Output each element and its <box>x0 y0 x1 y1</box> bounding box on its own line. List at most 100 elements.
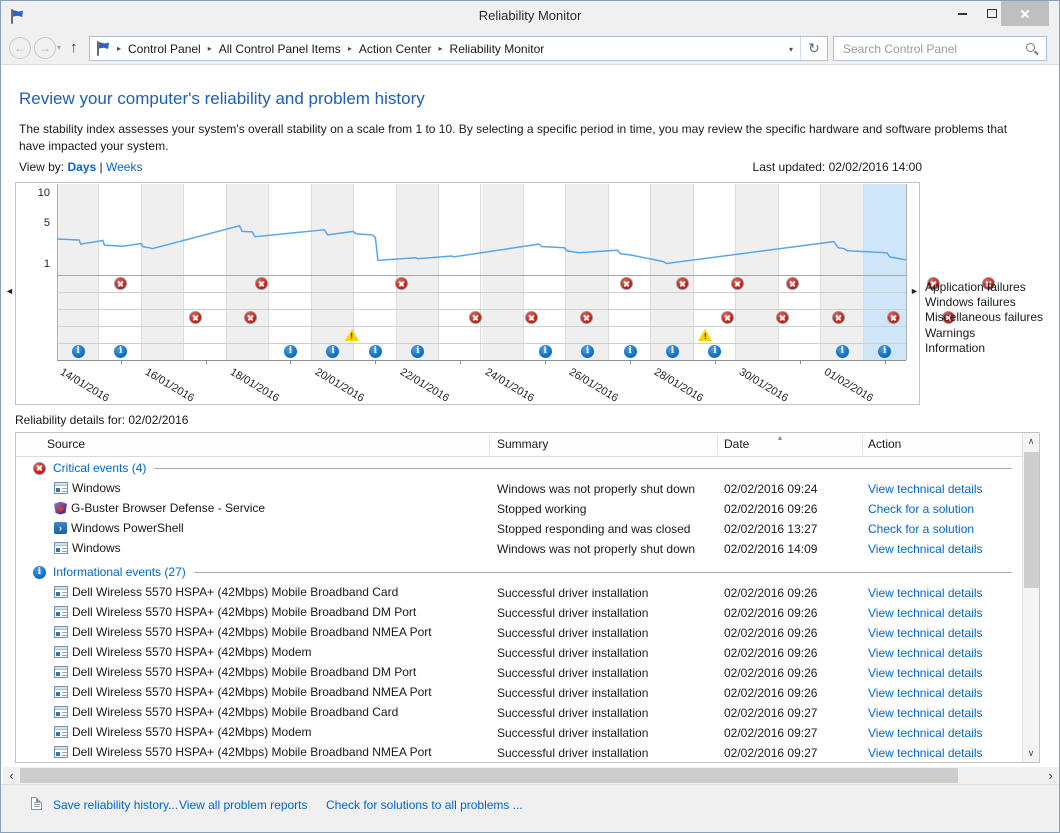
info-event-icon[interactable]: i <box>623 345 637 358</box>
last-updated-text: Last updated: 02/02/2016 14:00 <box>752 160 922 174</box>
action-link[interactable]: View technical details <box>868 586 983 600</box>
x-axis-date-label: 22/01/2016 <box>397 366 451 405</box>
table-row[interactable]: G-Buster Browser Defense - Service Stoppe… <box>16 499 1022 519</box>
error-event-icon[interactable] <box>831 311 845 324</box>
horizontal-scrollbar[interactable]: ‹ › <box>3 767 1059 784</box>
recent-pages-dropdown[interactable]: ▾ <box>57 43 61 52</box>
date-cell: 02/02/2016 09:27 <box>724 726 818 740</box>
warning-event-icon[interactable]: ! <box>344 329 359 341</box>
action-link[interactable]: View technical details <box>868 726 983 740</box>
up-one-level-button[interactable]: ↑ <box>70 39 78 56</box>
breadcrumb-item[interactable]: All Control Panel Items <box>219 42 341 56</box>
search-input[interactable] <box>841 39 1021 58</box>
error-event-icon[interactable] <box>254 277 268 290</box>
search-icon[interactable] <box>1026 43 1039 56</box>
check-for-solutions-link[interactable]: Check for solutions to all problems ... <box>326 798 523 812</box>
horizontal-scroll-thumb[interactable] <box>20 768 958 783</box>
chart-scroll-left-icon[interactable]: ◄ <box>5 286 14 296</box>
view-by-weeks-link[interactable]: Weeks <box>106 160 142 174</box>
info-event-icon[interactable]: i <box>538 345 552 358</box>
error-event-icon[interactable] <box>731 277 745 290</box>
vertical-scroll-thumb[interactable] <box>1024 452 1039 588</box>
info-event-icon[interactable]: i <box>283 345 297 358</box>
action-link[interactable]: View technical details <box>868 542 983 556</box>
source-cell: Dell Wireless 5570 HSPA+ (42Mbps) Mobile… <box>54 745 484 759</box>
action-link[interactable]: View technical details <box>868 482 983 496</box>
info-event-icon[interactable]: i <box>71 345 85 358</box>
column-header-summary[interactable]: Summary <box>497 437 548 451</box>
action-link[interactable]: View technical details <box>868 646 983 660</box>
gbuster-shield-icon <box>54 501 67 515</box>
close-button[interactable] <box>1001 1 1049 26</box>
details-group-header[interactable]: Critical events (4) <box>16 457 1022 479</box>
action-link[interactable]: View technical details <box>868 706 983 720</box>
source-cell: Windows <box>54 481 484 495</box>
table-row[interactable]: Dell Wireless 5570 HSPA+ (42Mbps) Mobile… <box>16 583 1022 603</box>
column-header-source[interactable]: Source <box>47 437 85 451</box>
table-row[interactable]: Windows Windows was not properly shut dow… <box>16 539 1022 559</box>
back-button[interactable]: ← <box>9 37 31 59</box>
scroll-right-button[interactable]: › <box>1042 767 1059 784</box>
action-link[interactable]: View technical details <box>868 746 983 760</box>
table-row[interactable]: Dell Wireless 5570 HSPA+ (42Mbps) Modem S… <box>16 723 1022 743</box>
error-event-icon[interactable] <box>394 277 408 290</box>
error-event-icon[interactable] <box>524 311 538 324</box>
forward-button[interactable]: → <box>34 37 56 59</box>
error-event-icon[interactable] <box>188 311 202 324</box>
informational-events-icon: i <box>33 565 46 579</box>
date-cell: 02/02/2016 13:27 <box>724 522 818 536</box>
summary-cell: Windows was not properly shut down <box>497 482 696 496</box>
info-event-icon[interactable]: i <box>835 345 849 358</box>
scroll-down-button[interactable]: ∨ <box>1023 745 1039 762</box>
info-event-icon[interactable]: i <box>666 345 680 358</box>
source-text: Windows <box>72 541 121 555</box>
breadcrumb-item[interactable]: Reliability Monitor <box>450 42 545 56</box>
view-by-days-link[interactable]: Days <box>67 160 96 174</box>
table-row[interactable]: Dell Wireless 5570 HSPA+ (42Mbps) Mobile… <box>16 603 1022 623</box>
vertical-scrollbar[interactable]: ∧ ∨ <box>1022 433 1039 762</box>
table-row[interactable]: › Windows PowerShell Stopped responding an… <box>16 519 1022 539</box>
details-group-header[interactable]: i Informational events (27) <box>16 561 1022 583</box>
refresh-icon: ↻ <box>808 40 820 56</box>
chart-scroll-right-icon[interactable]: ► <box>910 286 919 296</box>
source-cell: Dell Wireless 5570 HSPA+ (42Mbps) Mobile… <box>54 685 484 699</box>
column-header-action[interactable]: Action <box>868 437 901 451</box>
error-event-icon[interactable] <box>675 277 689 290</box>
breadcrumb-item[interactable]: Action Center <box>359 42 432 56</box>
address-dropdown-chevron[interactable]: ▾ <box>789 45 793 54</box>
error-event-icon[interactable] <box>887 311 901 324</box>
action-link[interactable]: View technical details <box>868 626 983 640</box>
action-link[interactable]: View technical details <box>868 666 983 680</box>
source-cell: Dell Wireless 5570 HSPA+ (42Mbps) Modem <box>54 725 484 739</box>
device-driver-icon <box>54 646 68 658</box>
refresh-button[interactable]: ↻ <box>800 37 827 60</box>
table-row[interactable]: Dell Wireless 5570 HSPA+ (42Mbps) Mobile… <box>16 703 1022 723</box>
table-row[interactable]: Dell Wireless 5570 HSPA+ (42Mbps) Mobile… <box>16 663 1022 683</box>
event-row-line <box>57 292 906 293</box>
table-row[interactable]: Dell Wireless 5570 HSPA+ (42Mbps) Mobile… <box>16 623 1022 643</box>
summary-cell: Stopped responding and was closed <box>497 522 691 536</box>
save-reliability-history-link[interactable]: Save reliability history... <box>53 798 178 812</box>
action-link[interactable]: Check for a solution <box>868 522 974 536</box>
table-row[interactable]: Dell Wireless 5570 HSPA+ (42Mbps) Modem S… <box>16 643 1022 663</box>
action-link[interactable]: Check for a solution <box>868 502 974 516</box>
source-cell: Dell Wireless 5570 HSPA+ (42Mbps) Mobile… <box>54 665 484 679</box>
column-header-date[interactable]: Date <box>724 437 749 451</box>
source-text: G-Buster Browser Defense - Service <box>71 501 266 515</box>
scroll-left-button[interactable]: ‹ <box>3 767 20 784</box>
action-link[interactable]: View technical details <box>868 606 983 620</box>
view-all-problem-reports-link[interactable]: View all problem reports <box>179 798 308 812</box>
scroll-up-button[interactable]: ∧ <box>1023 433 1039 450</box>
minimize-button[interactable] <box>947 1 977 26</box>
plot-edge-line <box>906 184 907 360</box>
stability-chart: 10 5 1 ► !! i i i i i i i i i i i i i 14/01/2016 16/01/… <box>15 182 996 405</box>
table-row[interactable]: Dell Wireless 5570 HSPA+ (42Mbps) Mobile… <box>16 683 1022 703</box>
table-row[interactable]: Dell Wireless 5570 HSPA+ (42Mbps) Mobile… <box>16 743 1022 762</box>
table-row[interactable]: Windows Windows was not properly shut dow… <box>16 479 1022 499</box>
info-event-icon[interactable]: i <box>368 345 382 358</box>
action-link[interactable]: View technical details <box>868 686 983 700</box>
error-event-icon[interactable] <box>720 311 734 324</box>
source-cell: Windows <box>54 541 484 555</box>
warning-event-icon[interactable]: ! <box>698 329 713 341</box>
breadcrumb-item[interactable]: Control Panel <box>128 42 201 56</box>
